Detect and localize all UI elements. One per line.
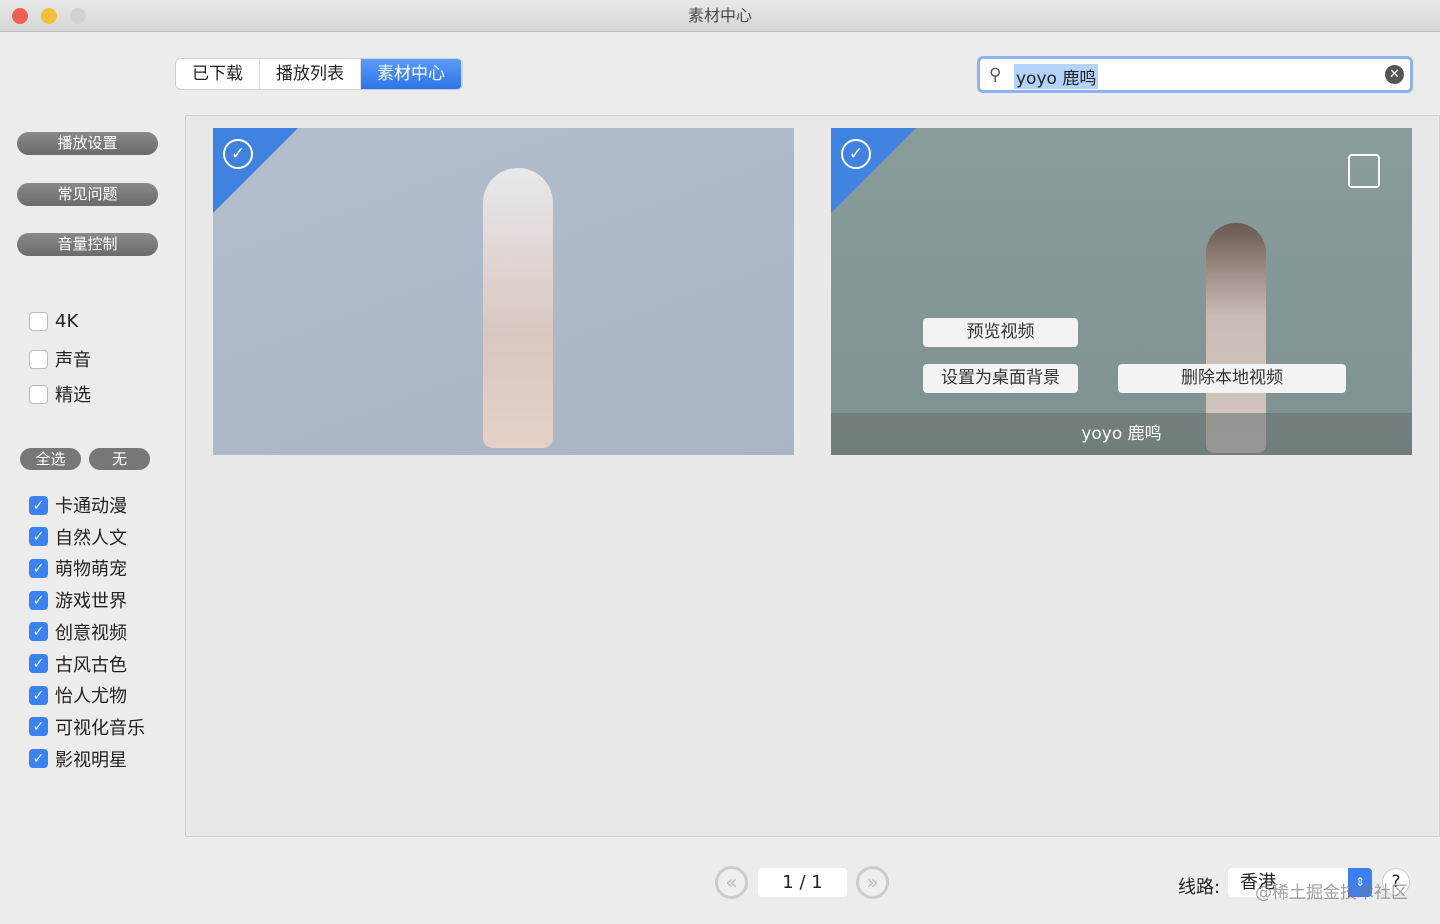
tab-material-center[interactable]: 素材中心 [361,59,462,89]
category-checkbox[interactable]: ✓ 创意视频 [29,619,127,645]
filter-label: 精选 [55,385,91,406]
category-checkbox[interactable]: ✓ 古风古色 [29,651,127,677]
filter-checkbox[interactable]: 精选 [29,381,91,407]
select-all-button[interactable]: 全选 [20,448,81,470]
video-thumbnail [483,168,553,448]
category-checkbox[interactable]: ✓ 卡通动漫 [29,492,127,518]
selected-corner [213,128,298,213]
checkbox-icon[interactable] [29,349,48,369]
prev-page-button[interactable]: « [715,866,748,899]
search-icon: ⚲ [989,65,1002,85]
faq-button[interactable]: 常见问题 [17,183,158,206]
tab-bar: 已下载 播放列表 素材中心 [176,59,462,89]
video-card[interactable]: ✓ [213,128,794,455]
clear-search-icon[interactable]: ✕ [1385,65,1404,84]
check-circle-icon[interactable]: ✓ [841,139,871,169]
route-label: 线路: [1178,877,1221,898]
next-page-button[interactable]: » [856,866,889,899]
tab-downloaded[interactable]: 已下载 [176,59,260,89]
window-title: 素材中心 [687,6,752,25]
zoom-window-button[interactable] [70,8,86,24]
category-checkbox[interactable]: ✓ 萌物萌宠 [29,555,127,581]
category-label: 古风古色 [55,654,127,676]
close-window-button[interactable] [12,8,28,24]
category-checkbox[interactable]: ✓ 影视明星 [29,746,127,772]
category-checkbox[interactable]: ✓ 自然人文 [29,524,127,550]
tab-playlist[interactable]: 播放列表 [260,59,361,89]
checkbox-icon[interactable]: ✓ [29,495,48,515]
page-indicator: 1 / 1 [758,868,847,897]
checkbox-icon[interactable]: ✓ [29,527,48,547]
category-label: 可视化音乐 [55,717,145,739]
search-value[interactable]: yoyo 鹿鸣 [1014,64,1099,89]
checkbox-icon[interactable]: ✓ [29,622,48,642]
checkbox-icon[interactable]: ✓ [29,685,48,705]
category-label: 自然人文 [55,527,127,549]
filter-checkbox[interactable]: 4K [29,311,78,332]
filter-label: 4K [55,311,79,332]
play-settings-button[interactable]: 播放设置 [17,132,158,155]
category-checkbox[interactable]: ✓ 怡人尤物 [29,682,127,708]
category-label: 影视明星 [55,749,127,771]
category-label: 怡人尤物 [55,686,127,708]
checkbox-icon[interactable]: ✓ [29,558,48,578]
set-wallpaper-button[interactable]: 设置为桌面背景 [923,364,1078,393]
selected-corner [831,128,916,213]
checkbox-icon[interactable]: ✓ [29,654,48,673]
preview-video-button[interactable]: 预览视频 [923,318,1078,347]
save-icon[interactable] [1348,154,1380,188]
watermark: @稀土掘金技术社区 [1255,883,1408,903]
video-card[interactable]: ✓ 预览视频 设置为桌面背景 删除本地视频 yoyo 鹿鸣 [831,128,1412,455]
delete-local-video-button[interactable]: 删除本地视频 [1118,364,1346,393]
volume-control-button[interactable]: 音量控制 [17,233,158,256]
category-label: 创意视频 [55,622,127,644]
category-label: 游戏世界 [55,591,127,613]
filter-checkbox[interactable]: 声音 [29,346,91,372]
checkbox-icon[interactable]: ✓ [29,590,48,610]
filter-label: 声音 [55,350,91,371]
checkbox-icon[interactable] [29,312,48,331]
category-label: 萌物萌宠 [55,559,127,581]
category-checkbox[interactable]: ✓ 可视化音乐 [29,714,145,740]
check-circle-icon[interactable]: ✓ [223,139,253,169]
title-bar: 素材中心 [0,0,1440,32]
checkbox-icon[interactable]: ✓ [29,717,48,737]
checkbox-icon[interactable] [29,384,48,404]
search-input[interactable]: ⚲ yoyo 鹿鸣 ✕ [977,56,1413,93]
category-label: 卡通动漫 [55,496,127,517]
select-none-button[interactable]: 无 [89,448,150,470]
minimize-window-button[interactable] [41,8,57,24]
video-title: yoyo 鹿鸣 [831,413,1412,455]
category-checkbox[interactable]: ✓ 游戏世界 [29,587,127,613]
checkbox-icon[interactable]: ✓ [29,749,48,769]
